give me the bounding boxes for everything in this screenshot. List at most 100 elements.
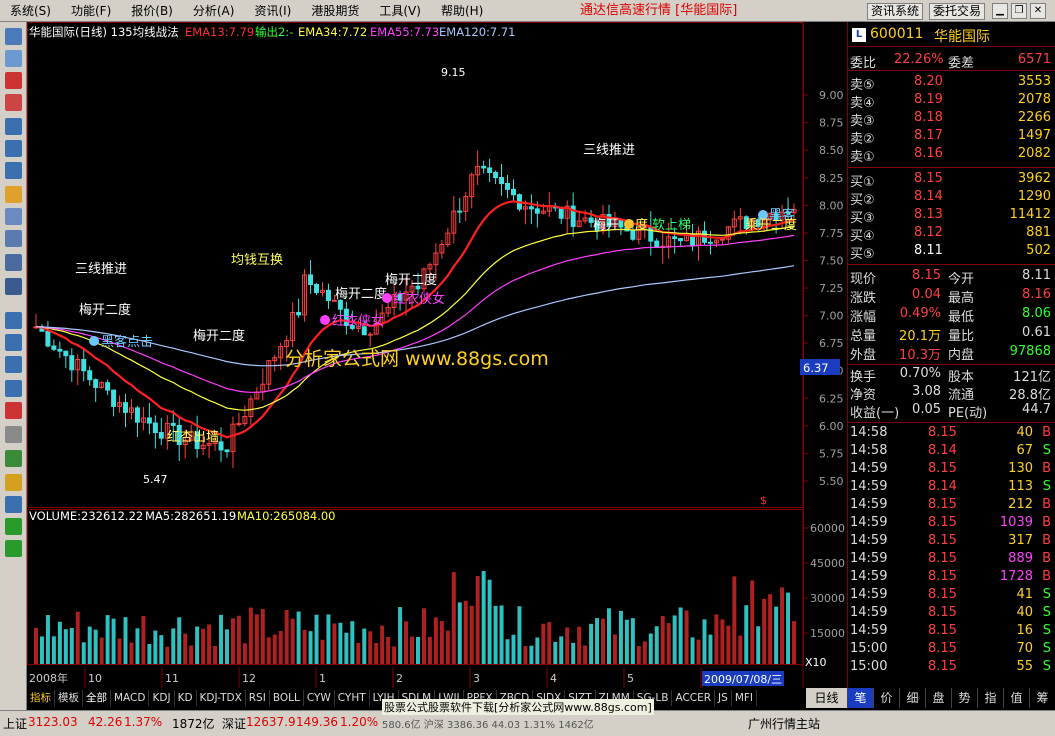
indicator-tab[interactable]: KDJ bbox=[149, 690, 175, 706]
export-icon[interactable] bbox=[5, 450, 22, 467]
arrow-down-icon[interactable] bbox=[5, 540, 22, 557]
move-icon[interactable] bbox=[5, 496, 22, 513]
quote-list-icon[interactable] bbox=[5, 28, 22, 45]
indicator-tab[interactable]: 指标 bbox=[27, 690, 55, 706]
candle-body bbox=[367, 333, 373, 336]
tool-icon[interactable] bbox=[5, 426, 22, 443]
ema34-label: EMA34:7.72 bbox=[298, 25, 367, 39]
tick-direction: S bbox=[1042, 623, 1051, 638]
info-system-button[interactable]: 资讯系统 bbox=[867, 3, 924, 20]
etf-icon[interactable] bbox=[5, 278, 22, 295]
status-bar: 上证 3123.03 42.26 1.37% 1872亿 深证 12637.9 … bbox=[0, 699, 1055, 736]
close-icon[interactable]: ✕ bbox=[1030, 3, 1046, 19]
indicator-icon[interactable] bbox=[5, 312, 22, 329]
indicator-tab[interactable]: ACCER bbox=[672, 690, 716, 706]
indicator-tab[interactable]: CYW bbox=[304, 690, 335, 706]
table-icon[interactable] bbox=[5, 162, 22, 179]
candle-body bbox=[63, 350, 69, 357]
indicator-tab[interactable]: RSI bbox=[246, 690, 270, 706]
rsi-icon[interactable] bbox=[5, 334, 22, 351]
indicator-tab[interactable]: CYHT bbox=[335, 690, 370, 706]
kline-chart[interactable]: 9.00 8.75 8.50 8.25 8.00 7.75 7.50 7.25 7.00 6.75… bbox=[27, 22, 847, 688]
menu-function[interactable]: 功能(F) bbox=[61, 0, 121, 22]
indicator-tab[interactable]: 全部 bbox=[83, 690, 111, 706]
month-label: 3 bbox=[473, 672, 480, 685]
arrow-up-icon[interactable] bbox=[5, 518, 22, 535]
volume-bar bbox=[99, 637, 104, 664]
chart-small-icon[interactable] bbox=[5, 356, 22, 373]
volume-bar bbox=[553, 641, 558, 664]
menu-hk-futures[interactable]: 港股期货 bbox=[301, 0, 369, 22]
annotation-sanxian-2: 三线推进 bbox=[583, 143, 635, 158]
candle-body bbox=[134, 407, 140, 423]
trade-button[interactable]: 委托交易 bbox=[929, 3, 986, 20]
tick-price: 8.15 bbox=[928, 533, 957, 548]
candle-body bbox=[707, 241, 713, 244]
buy-label: 买③ bbox=[850, 211, 875, 226]
indicator-tab[interactable]: JS bbox=[715, 690, 732, 706]
report-icon[interactable] bbox=[5, 140, 22, 157]
users-icon[interactable] bbox=[5, 208, 22, 225]
indicator-tab[interactable]: KDJ-TDX bbox=[197, 690, 246, 706]
sell-label: 卖⑤ bbox=[850, 78, 875, 93]
multi-window-icon[interactable] bbox=[5, 118, 22, 135]
volume-bar bbox=[81, 642, 86, 664]
candle-body bbox=[487, 167, 493, 173]
indicator-tab[interactable]: BOLL bbox=[270, 690, 304, 706]
marquee-text[interactable]: 股票公式股票软件下载[分析家公式网www.88gs.com] bbox=[382, 699, 654, 715]
line-chart-icon[interactable] bbox=[5, 72, 22, 89]
indicator-tab[interactable]: 模板 bbox=[55, 690, 83, 706]
quote-tab[interactable]: 值 bbox=[1003, 688, 1029, 708]
volume-bar bbox=[69, 628, 74, 664]
menu-system[interactable]: 系统(S) bbox=[0, 0, 61, 22]
period-button[interactable]: 日线 bbox=[806, 688, 847, 708]
price-panel-frame bbox=[27, 22, 804, 508]
menu-info[interactable]: 资讯(I) bbox=[244, 0, 301, 22]
menu-analysis[interactable]: 分析(A) bbox=[183, 0, 245, 22]
menu-tools[interactable]: 工具(V) bbox=[369, 0, 431, 22]
indicator-tab[interactable]: MACD bbox=[111, 690, 150, 706]
menu-quote[interactable]: 报价(B) bbox=[121, 0, 183, 22]
quote-tab[interactable]: 指 bbox=[977, 688, 1003, 708]
menu-help[interactable]: 帮助(H) bbox=[431, 0, 493, 22]
buy-volume: 881 bbox=[1026, 225, 1051, 240]
indicator-tab[interactable]: KD bbox=[175, 690, 197, 706]
quote-tab[interactable]: 盘 bbox=[925, 688, 951, 708]
weicha-value: 6571 bbox=[1017, 52, 1051, 67]
kline-icon[interactable] bbox=[5, 94, 22, 111]
month-label: 5 bbox=[627, 672, 634, 685]
candle-body bbox=[158, 432, 164, 439]
stat-value-2: 8.06 bbox=[1022, 306, 1051, 321]
news-icon[interactable] bbox=[5, 186, 22, 203]
x10-label: X10 bbox=[805, 656, 827, 669]
tick-direction: S bbox=[1042, 587, 1051, 602]
dollar-icon[interactable] bbox=[5, 402, 22, 419]
minimize-icon[interactable]: ▁ bbox=[992, 3, 1008, 19]
grid-icon[interactable] bbox=[5, 380, 22, 397]
volume-bar bbox=[648, 633, 653, 664]
quote-tab[interactable]: 笔 bbox=[847, 688, 873, 708]
kline-chart-area[interactable]: 9.00 8.75 8.50 8.25 8.00 7.75 7.50 7.25 7.00 6.75… bbox=[27, 22, 847, 710]
quote-tab[interactable]: 筹 bbox=[1029, 688, 1055, 708]
restore-icon[interactable]: ❐ bbox=[1011, 3, 1027, 19]
tick-price: 8.15 bbox=[928, 425, 957, 440]
volume-bar bbox=[756, 626, 761, 664]
indicator-tab[interactable]: MFI bbox=[732, 690, 758, 706]
fin-value-2: 121亿 bbox=[1013, 370, 1051, 385]
pencil-icon[interactable] bbox=[5, 474, 22, 491]
quote-tab[interactable]: 势 bbox=[951, 688, 977, 708]
volume-bar bbox=[236, 615, 241, 664]
search-icon[interactable] bbox=[5, 254, 22, 271]
divider bbox=[848, 264, 1055, 265]
volume-bar bbox=[111, 618, 116, 664]
formula-icon[interactable] bbox=[5, 230, 22, 247]
stat-value: 0.49% bbox=[899, 306, 941, 321]
stat-value: 20.1万 bbox=[899, 329, 941, 344]
level-icon: L bbox=[852, 28, 866, 42]
app-title: 通达信高速行情 [华能国际] bbox=[580, 3, 738, 18]
volume-bar bbox=[565, 627, 570, 664]
ma10-label: MA10:265084.00 bbox=[237, 509, 336, 523]
split-icon[interactable] bbox=[5, 50, 22, 67]
quote-tab[interactable]: 价 bbox=[873, 688, 899, 708]
quote-tab[interactable]: 细 bbox=[899, 688, 925, 708]
